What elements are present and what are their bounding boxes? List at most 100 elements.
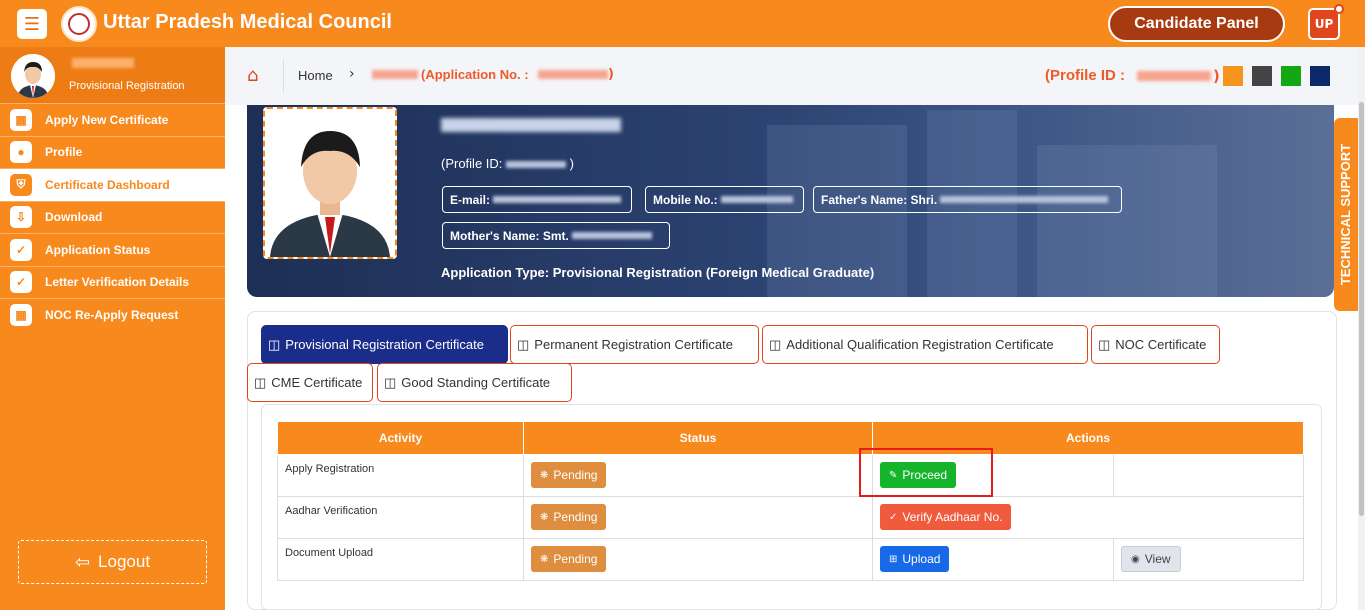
banner-profile-id-close: ) [569, 156, 574, 171]
tab-label: Additional Qualification Registration Ce… [786, 337, 1054, 352]
theme-swatch-navy[interactable] [1310, 66, 1330, 86]
application-number-redacted [538, 70, 608, 79]
grid-icon: ▦ [10, 303, 32, 326]
application-type: Application Type: Provisional Registrati… [441, 265, 875, 280]
status-cell: ❋ Pending [523, 538, 873, 581]
scrollbar-thumb[interactable] [1359, 102, 1364, 516]
app-title: Uttar Pradesh Medical Council [103, 11, 392, 33]
mobile-redacted [720, 196, 793, 203]
extra-cell [1113, 454, 1304, 497]
tab-label: Provisional Registration Certificate [285, 337, 484, 352]
table-row: Apply Registration ❋ Pending ✎ Proceed [277, 454, 1304, 497]
sidebar-item-apply-new-certificate[interactable]: ▦ Apply New Certificate [0, 103, 225, 136]
logout-label: Logout [98, 552, 151, 571]
email-redacted [493, 196, 622, 203]
upload-button[interactable]: ⊞ Upload [880, 546, 950, 572]
sidebar-item-label: Download [45, 210, 103, 225]
spinner-icon: ❋ [540, 511, 549, 523]
logout-button[interactable]: ⇦ Logout [18, 540, 207, 584]
candidate-panel-button[interactable]: Candidate Panel [1108, 6, 1285, 42]
theme-swatch-orange[interactable] [1223, 66, 1243, 86]
chevron-right-icon: › [349, 66, 355, 82]
certificate-icon: ◫ [517, 336, 530, 352]
certificate-icon: ◫ [1098, 336, 1111, 352]
tab-label: Permanent Registration Certificate [534, 337, 733, 352]
sidebar-item-label: Profile [45, 145, 83, 160]
technical-support-label: TECHNICAL SUPPORT [1338, 143, 1354, 286]
view-label: View [1144, 552, 1171, 566]
sidebar-item-application-status[interactable]: ✓ Application Status [0, 233, 225, 266]
notification-dot [1334, 4, 1344, 14]
verify-aadhaar-button[interactable]: ✓ Verify Aadhaar No. [880, 504, 1012, 530]
father-label: Father's Name: Shri. [821, 192, 938, 207]
grid-icon: ▦ [10, 108, 32, 131]
sidebar-item-certificate-dashboard[interactable]: ⛨ Certificate Dashboard [0, 168, 225, 201]
sidebar-item-label: Letter Verification Details [45, 275, 190, 290]
tab-noc-certificate[interactable]: ◫ NOC Certificate [1091, 325, 1220, 364]
table-header-activity: Activity [277, 421, 524, 455]
upload-label: Upload [902, 552, 941, 566]
profile-photo [263, 107, 397, 259]
top-header: ☰ Uttar Pradesh Medical Council Candidat… [0, 0, 1365, 47]
avatar-icon [11, 54, 55, 98]
pending-badge: ❋ Pending [531, 462, 607, 488]
tab-label: Good Standing Certificate [401, 375, 551, 390]
profile-id-label: (Profile ID : [1045, 67, 1126, 84]
certificate-icon: ◫ [384, 374, 397, 390]
tab-provisional-registration-certificate[interactable]: ◫ Provisional Registration Certificate [261, 325, 508, 364]
user-badge-label: UP [1314, 17, 1334, 31]
action-cell: ⊞ Upload [872, 538, 1114, 581]
user-icon: ● [10, 141, 32, 164]
profile-id-close: ) [1213, 67, 1220, 85]
certificate-icon: ◫ [268, 336, 281, 352]
applicant-name-redacted [372, 70, 418, 79]
hamburger-menu-icon[interactable]: ☰ [17, 9, 47, 39]
father-name-chip: Father's Name: Shri. [813, 186, 1122, 213]
logout-icon: ⇦ [74, 551, 91, 572]
tab-permanent-registration-certificate[interactable]: ◫ Permanent Registration Certificate [510, 325, 759, 364]
theme-swatch-green[interactable] [1281, 66, 1301, 86]
user-badge[interactable]: UP [1308, 4, 1344, 40]
view-button[interactable]: ◉ View [1121, 546, 1181, 572]
tab-additional-qualification-registration-certificate[interactable]: ◫ Additional Qualification Registration C… [762, 325, 1088, 364]
mobile-chip: Mobile No.: [645, 186, 804, 213]
theme-swatch-dark[interactable] [1252, 66, 1272, 86]
sidebar-item-download[interactable]: ⇩ Download [0, 200, 225, 234]
tab-good-standing-certificate[interactable]: ◫ Good Standing Certificate [377, 363, 572, 402]
profile-role: Provisional Registration [69, 80, 185, 92]
spinner-icon: ❋ [540, 553, 549, 565]
activity-cell: Aadhar Verification [277, 496, 524, 539]
sidebar-item-profile[interactable]: ● Profile [0, 135, 225, 169]
plus-square-icon: ⊞ [889, 553, 898, 565]
pending-badge: ❋ Pending [531, 546, 607, 572]
mobile-label: Mobile No.: [653, 192, 718, 207]
sidebar-item-label: Certificate Dashboard [45, 177, 170, 192]
table-row: Document Upload ❋ Pending ⊞ Upload ◉ View [277, 538, 1304, 581]
status-cell: ❋ Pending [523, 496, 873, 539]
doctor-name-redacted [441, 118, 621, 132]
highlight-box [859, 448, 993, 497]
certificate-icon: ◫ [769, 336, 782, 352]
breadcrumb-home[interactable]: Home [298, 68, 333, 83]
technical-support-tab[interactable]: TECHNICAL SUPPORT [1334, 118, 1358, 311]
banner-profile-id-redacted [506, 161, 567, 169]
sidebar-item-label: NOC Re-Apply Request [45, 307, 179, 322]
download-icon: ⇩ [10, 206, 32, 229]
sidebar-item-noc-re-apply-request[interactable]: ▦ NOC Re-Apply Request [0, 298, 225, 331]
home-icon[interactable]: ⌂ [247, 65, 258, 86]
sidebar-item-letter-verification-details[interactable]: ✓ Letter Verification Details [0, 265, 225, 299]
certificate-icon: ◫ [254, 374, 267, 390]
sidebar-item-label: Application Status [45, 242, 151, 257]
activity-table: Activity Status Actions Apply Registrati… [277, 421, 1304, 581]
status-label: Pending [553, 510, 598, 524]
profile-name-redacted [72, 58, 134, 68]
check-circle-icon: ✓ [10, 238, 32, 261]
eye-icon: ◉ [1131, 553, 1140, 565]
tab-cme-certificate[interactable]: ◫ CME Certificate [247, 363, 373, 402]
check-circle-icon: ✓ [10, 271, 32, 294]
action-cell: ✓ Verify Aadhaar No. [872, 496, 1304, 539]
application-number-close: ) [608, 67, 614, 82]
father-name-redacted [940, 196, 1109, 203]
sidebar: Provisional Registration ▦ Apply New Cert… [0, 47, 225, 610]
shield-icon: ⛨ [10, 173, 32, 196]
